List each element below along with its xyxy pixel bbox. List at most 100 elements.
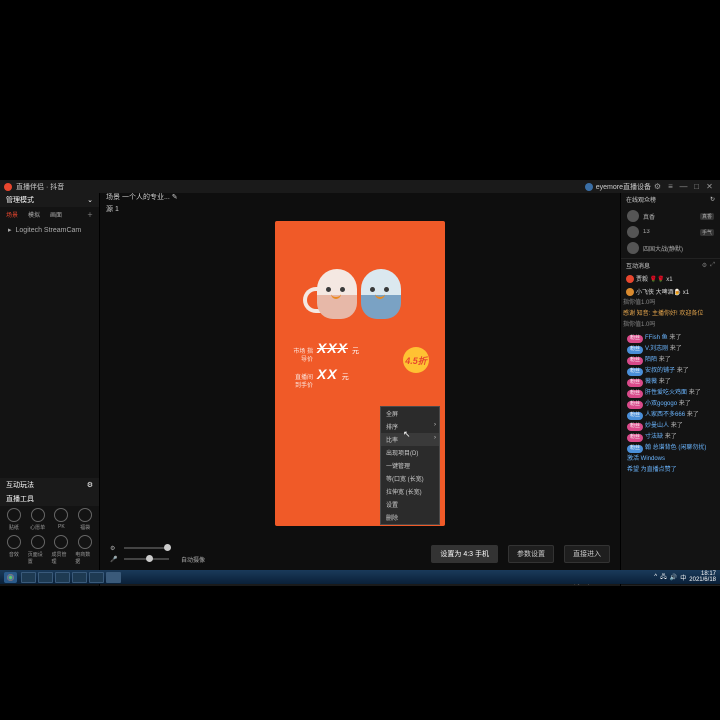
gift-bar: 贾毅 🌹🌹 x1: [621, 272, 720, 285]
right-panel: 在线观众榜 ↻ 真香真香13手气四国大战(静默) 互动消息 ⚙ ⤢ 贾毅 🌹🌹 …: [620, 193, 720, 586]
chat-item: 粉丝肝性爱吃火鸡面 来了: [625, 388, 716, 399]
tool-member[interactable]: 成员管理: [52, 535, 72, 565]
start-button[interactable]: [4, 572, 17, 583]
menu-icon[interactable]: ≡: [664, 180, 677, 193]
username: eyemore直播设备: [596, 182, 651, 192]
camera-icon: ▸: [8, 226, 12, 234]
add-icon[interactable]: ＋: [87, 210, 93, 219]
tool-page[interactable]: 页面设置: [28, 535, 48, 565]
taskbar-item[interactable]: [21, 572, 36, 583]
clock-date: 2021/6/18: [689, 577, 716, 583]
app-logo-icon: [4, 183, 12, 191]
cm-order[interactable]: 排序: [381, 420, 439, 433]
btn-aspect[interactable]: 设置为 4:3 手机: [431, 545, 498, 563]
btn-params[interactable]: 参数设置: [508, 545, 554, 563]
chat-item: 粉丝安叔的铺子 来了: [625, 366, 716, 377]
tray-net-icon[interactable]: 🖧: [660, 572, 667, 582]
chat-list[interactable]: 粉丝FFish 鱼 来了粉丝V.刘志刚 来了粉丝陌陌 来了粉丝安叔的铺子 来了粉…: [621, 331, 720, 585]
left-panel: 管理模式 ⌄ 场景 模拟 画面 ＋ ▸ Logitech StreamCam 互…: [0, 193, 100, 586]
cm-stretch[interactable]: 拉伸宽 (长宽): [381, 485, 439, 498]
taskbar-item[interactable]: [72, 572, 87, 583]
windows-taskbar: ^ 🖧 🔊 中 18:17 2021/6/18: [0, 570, 720, 584]
chat-item: 希望 为直播点赞了: [625, 465, 716, 476]
tool-pk[interactable]: PK: [52, 508, 72, 531]
guest-row[interactable]: 真香真香: [621, 208, 720, 224]
left-tabs: 场景 模拟 画面 ＋: [0, 207, 99, 222]
cm-fit[interactable]: 等(口宽 (长宽): [381, 472, 439, 485]
price-block: 市场 指导价 XXX 元 直播间 到手价 XX 元: [291, 339, 359, 391]
collapse-icon[interactable]: ⌄: [87, 196, 93, 204]
canvas-footer: ⚙ 🎤 自动摄像 设置为 4:3 手机 参数设置 直接进入: [100, 534, 620, 574]
tool-sticker[interactable]: 贴纸: [4, 508, 24, 531]
tray-vol-icon[interactable]: 🔊: [670, 574, 677, 581]
auto-camera-label[interactable]: 自动摄像: [181, 555, 205, 564]
guests-header: 在线观众榜 ↻: [621, 193, 720, 206]
tab-screen[interactable]: 画面: [50, 210, 62, 219]
source-item[interactable]: ▸ Logitech StreamCam: [0, 222, 99, 238]
taskbar-item-active[interactable]: [106, 572, 121, 583]
section-tools-header: 直播工具: [0, 492, 99, 506]
section-inter-header: 互动玩法 ⚙: [0, 478, 99, 492]
chat-expand-icon[interactable]: ⤢: [710, 262, 715, 269]
cm-delete[interactable]: 删除: [381, 511, 439, 524]
chat-item: 激活 Windows: [625, 454, 716, 465]
product-image: [303, 259, 415, 319]
chat-item: 粉丝陌陌 来了: [625, 355, 716, 366]
gear-icon[interactable]: ⚙: [87, 481, 93, 489]
guest-avatar-icon: [627, 226, 639, 238]
chat-notice: 指你值1.0吗: [621, 298, 720, 309]
gift-bar-2: 小飞侠 大啤酒🍺 x1: [621, 285, 720, 298]
canvas-title: 场景 一个人的专业...: [106, 194, 170, 201]
cm-appear[interactable]: 出现项目(D): [381, 446, 439, 459]
user-chip[interactable]: eyemore直播设备: [585, 182, 651, 192]
guest-row[interactable]: 四国大战(静默): [621, 240, 720, 256]
chat-item: 粉丝小双gogogo 来了: [625, 399, 716, 410]
taskbar-item[interactable]: [38, 572, 53, 583]
cm-fullscreen[interactable]: 全屏: [381, 407, 439, 420]
cm-settings[interactable]: 设置: [381, 498, 439, 511]
chat-settings-icon[interactable]: ⚙: [702, 262, 707, 269]
edit-icon[interactable]: ✎: [172, 194, 178, 201]
tool-shop[interactable]: 电商数据: [75, 535, 95, 565]
mic-slider[interactable]: [124, 558, 169, 560]
chat-item: 粉丝V.刘志刚 来了: [625, 344, 716, 355]
context-menu: 全屏 排序 比率 出现项目(D) 一键管理 等(口宽 (长宽) 拉伸宽 (长宽)…: [380, 406, 440, 525]
volume-icon: ⚙: [110, 545, 118, 552]
left-panel-header: 管理模式 ⌄: [0, 193, 99, 207]
chat-item: 粉丝FFish 鱼 来了: [625, 333, 716, 344]
chat-item: 粉丝薇薇 来了: [625, 377, 716, 388]
close-icon[interactable]: ✕: [703, 180, 716, 193]
cm-ratio[interactable]: 比率: [381, 433, 439, 446]
chat-welcome: 感谢 知音: 主播你好! 欢迎各位: [621, 309, 720, 320]
taskbar-item[interactable]: [55, 572, 70, 583]
guest-avatar-icon: [627, 242, 639, 254]
minimize-icon[interactable]: —: [677, 180, 690, 193]
mic-icon: 🎤: [110, 556, 118, 563]
tab-scene[interactable]: 场景: [6, 210, 18, 219]
system-tray[interactable]: ^ 🖧 🔊 中 18:17 2021/6/18: [654, 571, 716, 583]
tool-wish[interactable]: 心愿单: [28, 508, 48, 531]
canvas-panel: 场景 一个人的专业... ✎ 源 1 市场 指导价 XXX 元: [100, 193, 620, 586]
cm-manage[interactable]: 一键管理: [381, 459, 439, 472]
tool-sound[interactable]: 音效: [4, 535, 24, 565]
tray-ime-icon[interactable]: 中: [680, 573, 686, 582]
chat-item: 粉丝妙曼山人 来了: [625, 421, 716, 432]
tray-up-icon[interactable]: ^: [654, 574, 657, 580]
preview-frame[interactable]: 市场 指导价 XXX 元 直播间 到手价 XX 元 4.5折 全屏: [275, 221, 445, 526]
beer-icon: [626, 288, 634, 296]
refresh-icon[interactable]: ↻: [710, 196, 715, 203]
chat-item: 粉丝人家西不多666 来了: [625, 410, 716, 421]
guest-avatar-icon: [627, 210, 639, 222]
avatar-icon: [585, 183, 593, 191]
btn-enter[interactable]: 直接进入: [564, 545, 610, 563]
chat-item: 粉丝翰 总谱背色 (闲聊勿扰): [625, 443, 716, 454]
chat-header: 互动消息 ⚙ ⤢: [621, 259, 720, 272]
tool-lucky[interactable]: 福袋: [75, 508, 95, 531]
tab-simulate[interactable]: 模拟: [28, 210, 40, 219]
canvas-area[interactable]: 市场 指导价 XXX 元 直播间 到手价 XX 元 4.5折 全屏: [100, 213, 620, 534]
guest-row[interactable]: 13手气: [621, 224, 720, 240]
settings-icon[interactable]: ⚙: [651, 180, 664, 193]
taskbar-item[interactable]: [89, 572, 104, 583]
volume-slider[interactable]: [124, 547, 169, 549]
maximize-icon[interactable]: □: [690, 180, 703, 193]
